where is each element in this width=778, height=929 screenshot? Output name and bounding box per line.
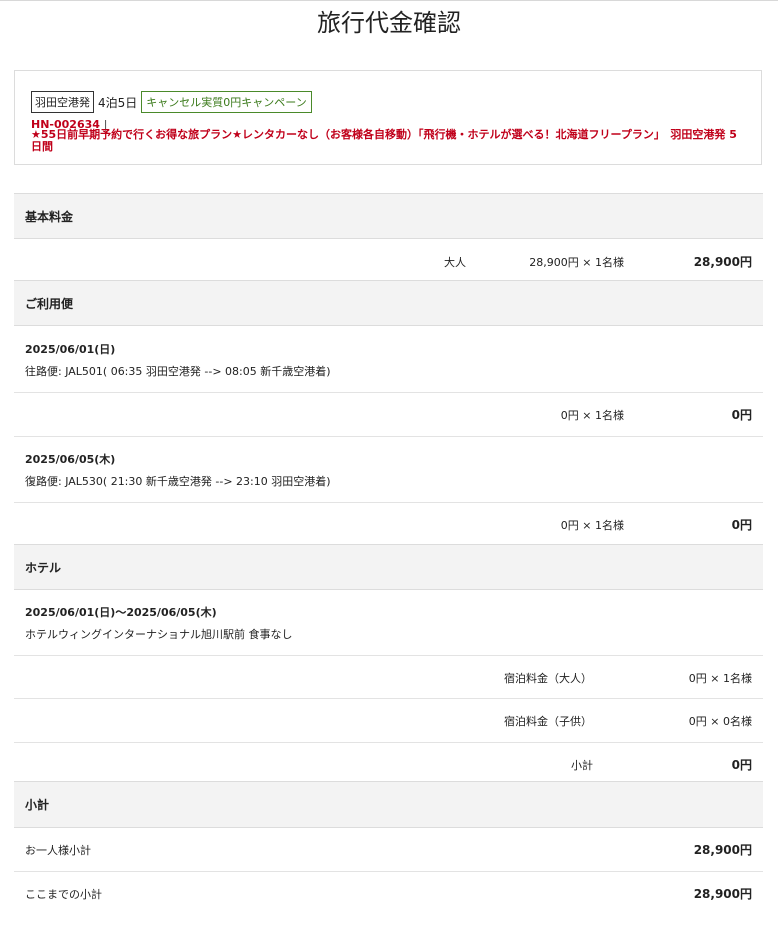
summary-section: 小計 お一人様小計 28,900円 ここまでの小計 28,900円 [14, 781, 763, 915]
basic-fee-heading: 基本料金 [14, 193, 763, 239]
flight-item: 2025/06/05(木) 復路便: JAL530( 21:30 新千歳空港発 … [14, 437, 763, 503]
flight-unit-calc: 0円 × 1名様 [560, 409, 624, 422]
plan-summary-box: 羽田空港発 4泊5日 キャンセル実質0円キャンペーン HN-002634 | ★… [14, 70, 762, 165]
duration-label: 4泊5日 [98, 95, 138, 110]
basic-fee-section: 基本料金 大人 28,900円 × 1名様 28,900円 [14, 193, 763, 283]
flight-detail: 復路便: JAL530( 21:30 新千歳空港発 --> 23:10 羽田空港… [25, 475, 331, 488]
basic-fee-label: 大人 [444, 256, 466, 269]
basic-fee-row: 大人 28,900円 × 1名様 28,900円 [14, 239, 763, 283]
hotel-subtotal: 0円 [731, 758, 752, 772]
plan-tags: 羽田空港発 4泊5日 キャンセル実質0円キャンペーン [31, 91, 312, 113]
hotel-info-row: 2025/06/01(日)～2025/06/05(木) ホテルウィングインターナ… [14, 590, 763, 656]
hotel-child-calc: 0円 × 0名様 [688, 715, 752, 728]
basic-fee-total: 28,900円 [693, 255, 752, 269]
so-far-row: ここまでの小計 28,900円 [14, 872, 763, 915]
flights-heading: ご利用便 [14, 280, 763, 326]
page-title: 旅行代金確認 [317, 9, 461, 37]
per-person-subtotal: 28,900円 [693, 843, 752, 857]
hotel-subtotal-row: 小計 0円 [14, 743, 763, 786]
plan-name: ★55日前早期予約で行くお得な旅プラン★レンタカーなし（お客様各自移動）「飛行機… [31, 128, 737, 153]
per-person-label: お一人様小計 [25, 844, 91, 857]
hotel-dates: 2025/06/01(日)～2025/06/05(木) [25, 606, 217, 619]
flight-price-row: 0円 × 1名様 0円 [14, 393, 763, 437]
hotel-adult-label: 宿泊料金（大人） [504, 672, 592, 685]
flight-total: 0円 [731, 518, 752, 532]
basic-fee-unit-calc: 28,900円 × 1名様 [529, 256, 624, 269]
so-far-label: ここまでの小計 [25, 888, 102, 901]
summary-heading: 小計 [14, 781, 763, 828]
hotel-name: ホテルウィングインターナショナル旭川駅前 食事なし [25, 628, 293, 641]
per-person-row: お一人様小計 28,900円 [14, 828, 763, 872]
hotel-adult-calc: 0円 × 1名様 [688, 672, 752, 685]
flight-date: 2025/06/05(木) [25, 453, 116, 466]
hotel-heading: ホテル [14, 544, 763, 590]
flight-date: 2025/06/01(日) [25, 343, 116, 356]
so-far-subtotal: 28,900円 [693, 887, 752, 901]
flight-price-row: 0円 × 1名様 0円 [14, 503, 763, 547]
top-divider [0, 0, 778, 1]
flights-section: ご利用便 2025/06/01(日) 往路便: JAL501( 06:35 羽田… [14, 280, 763, 547]
flight-total: 0円 [731, 408, 752, 422]
hotel-child-label: 宿泊料金（子供） [504, 715, 592, 728]
hotel-section: ホテル 2025/06/01(日)～2025/06/05(木) ホテルウィングイ… [14, 544, 763, 786]
hotel-subtotal-label: 小計 [571, 759, 593, 772]
flight-unit-calc: 0円 × 1名様 [560, 519, 624, 532]
flight-item: 2025/06/01(日) 往路便: JAL501( 06:35 羽田空港発 -… [14, 326, 763, 393]
hotel-child-row: 宿泊料金（子供） 0円 × 0名様 [14, 699, 763, 743]
hotel-adult-row: 宿泊料金（大人） 0円 × 1名様 [14, 656, 763, 699]
campaign-tag: キャンセル実質0円キャンペーン [141, 91, 312, 113]
flight-detail: 往路便: JAL501( 06:35 羽田空港発 --> 08:05 新千歳空港… [25, 365, 331, 378]
origin-tag: 羽田空港発 [31, 91, 94, 113]
